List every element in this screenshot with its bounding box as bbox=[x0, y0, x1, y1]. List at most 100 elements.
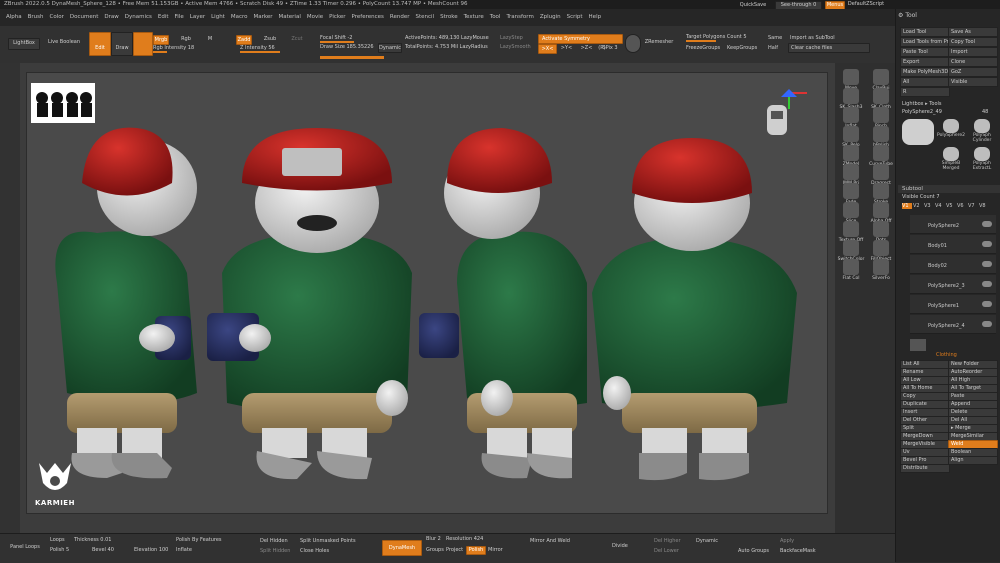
mirror-weld-button[interactable]: Mirror And Weld bbox=[530, 538, 570, 544]
elevation-slider[interactable]: Elevation 100 bbox=[134, 546, 172, 555]
tool-button[interactable]: Make PolyMesh3D bbox=[900, 67, 950, 77]
m-button[interactable]: M bbox=[205, 35, 215, 43]
menu-item-file[interactable]: File bbox=[175, 9, 184, 26]
dynamesh-button[interactable]: DynaMesh bbox=[382, 540, 422, 556]
same-button[interactable]: Same bbox=[768, 35, 782, 41]
version-tab[interactable]: V5 bbox=[946, 203, 956, 209]
version-tab[interactable]: V6 bbox=[957, 203, 967, 209]
subtool-action-button[interactable]: Align bbox=[948, 456, 998, 465]
viewport-canvas[interactable]: KARMIEH bbox=[26, 72, 828, 514]
default-zscript-button[interactable]: DefaultZScript bbox=[846, 1, 886, 8]
zremesher-button[interactable]: ZRemesher bbox=[641, 38, 677, 47]
z-intensity-slider[interactable]: Z Intensity 56 bbox=[240, 44, 310, 53]
tool-button[interactable]: Clone bbox=[948, 57, 998, 67]
menu-item-picker[interactable]: Picker bbox=[329, 9, 345, 26]
zsub-button[interactable]: Zsub bbox=[263, 35, 277, 43]
version-tab[interactable]: V3 bbox=[924, 203, 934, 209]
dynamic-subdiv-button[interactable]: Dynamic bbox=[696, 538, 718, 544]
tool-thumbnail[interactable]: PolySphere2 bbox=[936, 119, 966, 138]
menu-item-dynamics[interactable]: Dynamics bbox=[125, 9, 152, 26]
lightbox-tools-button[interactable]: Lightbox ▸ Tools bbox=[902, 101, 942, 107]
menu-item-material[interactable]: Material bbox=[279, 9, 301, 26]
live-boolean-button[interactable]: Live Boolean bbox=[46, 38, 82, 48]
shelf-item[interactable]: Flat Col bbox=[837, 259, 865, 281]
tool-thumbnail[interactable]: PolySph Cylinder bbox=[967, 119, 997, 143]
menu-item-transform[interactable]: Transform bbox=[506, 9, 533, 26]
rgb-intensity-slider[interactable]: Rgb Intensity 18 bbox=[153, 44, 223, 53]
del-hidden-button[interactable]: Del Hidden bbox=[260, 538, 288, 544]
blur-slider[interactable]: Blur 2 bbox=[426, 536, 441, 542]
sym-z-button[interactable]: >Z< bbox=[578, 44, 595, 52]
subtool-item[interactable]: PolySphere2_4 bbox=[910, 315, 996, 334]
lazysmooth-label[interactable]: LazySmooth bbox=[500, 44, 531, 50]
dynamic-button[interactable]: Dynamic bbox=[378, 43, 402, 53]
auto-groups-button[interactable]: Auto Groups bbox=[738, 548, 769, 554]
menu-item-light[interactable]: Light bbox=[211, 9, 225, 26]
polish-features-slider[interactable]: Polish By Features bbox=[176, 536, 246, 545]
inflate-slider[interactable]: Inflate bbox=[176, 546, 246, 555]
keep-groups-button[interactable]: KeepGroups bbox=[727, 45, 757, 51]
backface-mask-button[interactable]: BackfaceMask bbox=[780, 548, 816, 554]
resolution-slider[interactable]: Resolution 424 bbox=[446, 536, 483, 542]
draw-button[interactable]: Draw bbox=[111, 32, 133, 56]
folder-icon[interactable] bbox=[910, 339, 926, 351]
edit-button[interactable]: Edit bbox=[89, 32, 111, 56]
loops-slider[interactable]: Loops bbox=[50, 536, 70, 545]
move-scale-rotate-button[interactable] bbox=[133, 32, 153, 56]
thickness-slider[interactable]: Thickness 0.01 bbox=[74, 536, 124, 545]
shelf-item[interactable]: SilverFo bbox=[867, 259, 895, 281]
menu-item-alpha[interactable]: Alpha bbox=[6, 9, 22, 26]
del-lower-button[interactable]: Del Lower bbox=[654, 548, 679, 554]
tool-button[interactable]: Save As bbox=[948, 27, 998, 37]
menu-item-layer[interactable]: Layer bbox=[190, 9, 205, 26]
tool-thumbnail-main[interactable] bbox=[902, 119, 934, 145]
tool-thumbnail[interactable]: SimpleB Merged bbox=[936, 147, 966, 171]
del-higher-button[interactable]: Del Higher bbox=[654, 538, 681, 544]
tool-button[interactable]: Copy Tool bbox=[948, 37, 998, 47]
subtool-item[interactable]: Body01 bbox=[910, 235, 996, 254]
subtool-action-button[interactable]: Distribute bbox=[900, 464, 950, 473]
visible-count-slider[interactable]: Visible Count 7 bbox=[902, 194, 940, 200]
current-tool-slider[interactable]: PolySphere2_49 bbox=[902, 108, 974, 117]
menu-item-help[interactable]: Help bbox=[589, 9, 602, 26]
spix-slider[interactable]: SPix 3 bbox=[600, 44, 620, 52]
subtool-item[interactable]: Body02 bbox=[910, 255, 996, 274]
zcut-button[interactable]: Zcut bbox=[290, 35, 304, 43]
left-tray-strip[interactable] bbox=[0, 63, 20, 533]
menu-item-movie[interactable]: Movie bbox=[307, 9, 323, 26]
version-tab[interactable]: V4 bbox=[935, 203, 945, 209]
menu-item-edit[interactable]: Edit bbox=[158, 9, 169, 26]
import-subtool-button[interactable]: Import as SubTool bbox=[790, 35, 835, 41]
subtool-item[interactable]: PolySphere2 bbox=[910, 215, 996, 234]
quicksave-button[interactable]: QuickSave bbox=[735, 1, 771, 9]
split-hidden-button[interactable]: Split Hidden bbox=[260, 548, 290, 554]
version-tab[interactable]: V2 bbox=[913, 203, 923, 209]
version-tab[interactable]: V7 bbox=[968, 203, 978, 209]
lazystep-label[interactable]: LazyStep bbox=[500, 35, 523, 41]
tool-button[interactable]: Import bbox=[948, 47, 998, 57]
sym-y-button[interactable]: >Y< bbox=[558, 44, 575, 52]
eye-icon[interactable] bbox=[982, 301, 992, 307]
menu-item-draw[interactable]: Draw bbox=[104, 9, 118, 26]
target-polygons-slider[interactable]: Target Polygons Count 5 bbox=[686, 33, 756, 42]
activate-symmetry-button[interactable]: Activate Symmetry bbox=[538, 34, 623, 44]
menu-item-zplugin[interactable]: Zplugin bbox=[540, 9, 561, 26]
version-tab[interactable]: V1 bbox=[902, 203, 912, 209]
close-holes-button[interactable]: Close Holes bbox=[300, 548, 329, 554]
eye-icon[interactable] bbox=[982, 281, 992, 287]
polish-slider[interactable]: Polish 5 bbox=[50, 546, 80, 555]
apply-button[interactable]: Apply bbox=[780, 538, 794, 544]
eye-icon[interactable] bbox=[982, 321, 992, 327]
tool-thumbnail[interactable]: PolySph ExtractL bbox=[967, 147, 997, 171]
half-button[interactable]: Half bbox=[768, 45, 778, 51]
panel-loops-button[interactable]: Panel Loops bbox=[6, 543, 44, 552]
version-tab[interactable]: V8 bbox=[979, 203, 989, 209]
subtool-item[interactable]: PolySphere1 bbox=[910, 295, 996, 314]
tool-button[interactable]: Load Tools from Project bbox=[900, 37, 950, 47]
bevel-slider[interactable]: Bevel 40 bbox=[92, 546, 122, 555]
divide-button[interactable]: Divide bbox=[612, 543, 628, 549]
menu-item-marker[interactable]: Marker bbox=[254, 9, 273, 26]
draw-size-slider[interactable]: Draw Size 185.35226 bbox=[320, 43, 376, 52]
menu-item-brush[interactable]: Brush bbox=[28, 9, 44, 26]
subtool-item[interactable]: PolySphere2_3 bbox=[910, 275, 996, 294]
